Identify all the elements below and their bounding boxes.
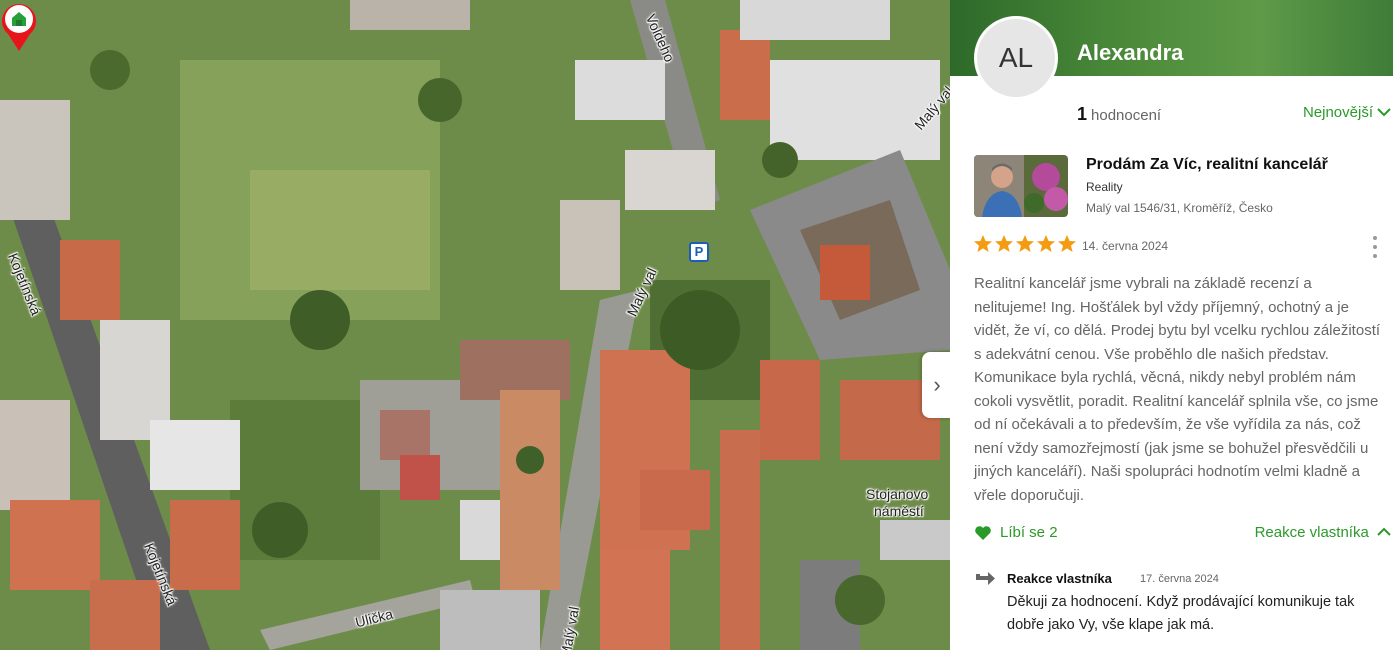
owner-reply-toggle[interactable]: Reakce vlastníka (1255, 524, 1391, 541)
dot (1373, 245, 1377, 249)
avatar[interactable]: AL (974, 16, 1058, 100)
place-label: Stojanovo (866, 486, 929, 502)
star-icon (1058, 235, 1076, 252)
chevron-down-icon (1377, 104, 1391, 121)
review-text: Realitní kancelář jsme vybrali na základ… (974, 275, 1381, 504)
map-pin-icon[interactable] (0, 0, 38, 52)
business-category: Reality (1086, 180, 1123, 194)
dot (1373, 236, 1377, 240)
review-count: 1 hodnocení (1077, 104, 1161, 125)
business-address: Malý val 1546/31, Kroměříž, Česko (1086, 201, 1273, 215)
review-count-label: hodnocení (1091, 107, 1162, 124)
star-icon (1037, 235, 1055, 252)
user-reviews-panel: AL Alexandra 1 hodnocení Nejnovější Prodá… (950, 0, 1393, 650)
map-view[interactable]: Kojetínská Kojetínská Voldeho Malý val M… (0, 0, 950, 650)
business-photo[interactable] (974, 155, 1068, 217)
parking-icon[interactable]: P (689, 242, 709, 262)
sort-select-label: Nejnovější (1302, 104, 1373, 121)
place-label: náměstí (874, 503, 924, 519)
like-label: Líbí se 2 (1000, 524, 1058, 541)
collapse-panel-button[interactable]: › (922, 352, 950, 418)
like-button[interactable]: Líbí se 2 (974, 524, 1058, 541)
more-options-button[interactable] (1371, 236, 1379, 258)
review-count-number: 1 (1077, 104, 1088, 124)
business-name-link[interactable]: Prodám Za Víc, realitní kancelář (1086, 156, 1328, 174)
review-date: 14. června 2024 (1082, 239, 1169, 253)
heart-icon (975, 525, 991, 540)
star-icon (995, 235, 1013, 252)
chevron-right-icon: › (933, 372, 941, 397)
reply-text: Děkuji za hodnocení. Když prodávající ko… (1007, 594, 1355, 633)
sort-select[interactable]: Nejnovější (1303, 104, 1391, 121)
chevron-up-icon (1377, 527, 1391, 536)
dot (1373, 254, 1377, 258)
star-icon (1016, 235, 1034, 252)
reply-author: Reakce vlastníka (1007, 571, 1112, 586)
reply-arrow-icon (976, 572, 995, 585)
reply-date: 17. června 2024 (1140, 573, 1219, 585)
owner-reply-toggle-label: Reakce vlastníka (1254, 524, 1369, 541)
rating-stars (973, 234, 1077, 254)
star-icon (974, 235, 992, 252)
user-name: Alexandra (1077, 40, 1184, 65)
